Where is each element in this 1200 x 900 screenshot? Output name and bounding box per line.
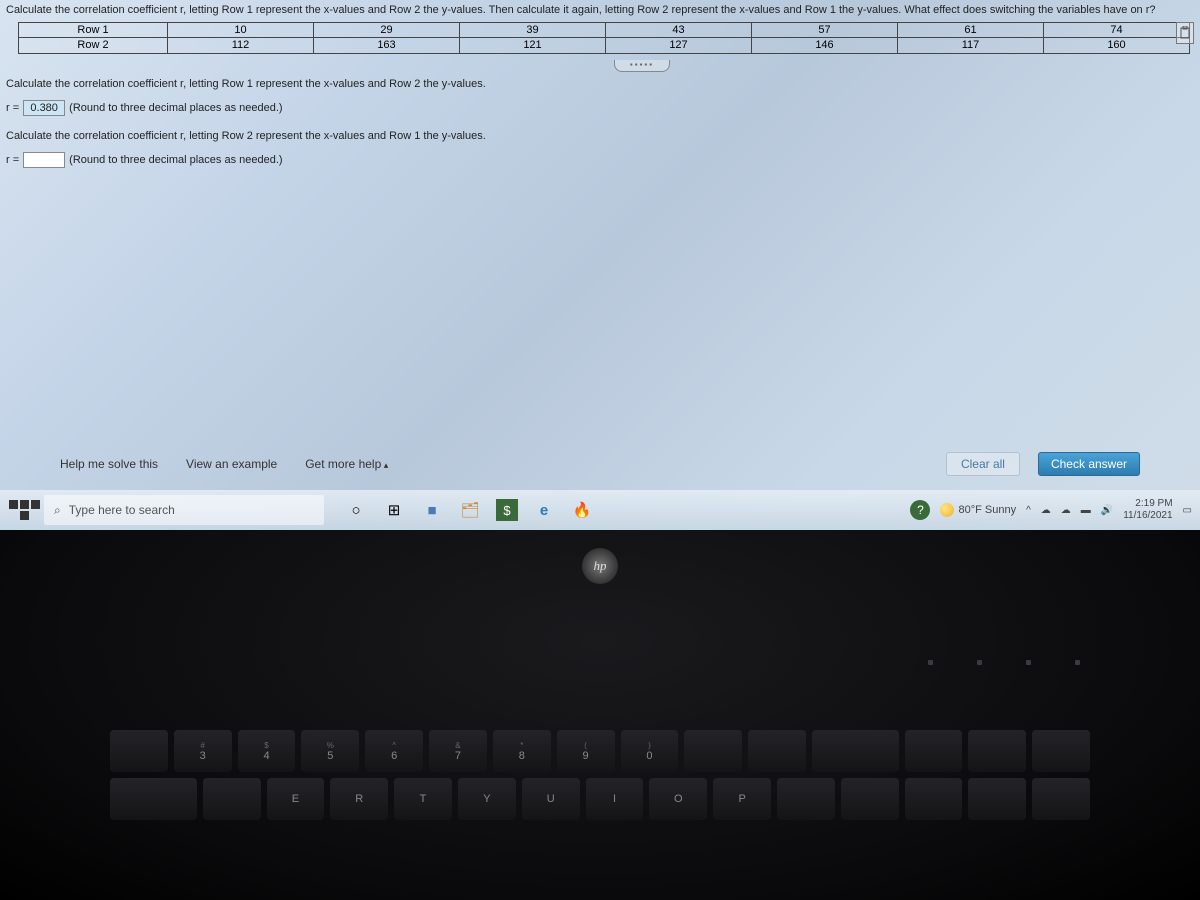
data-cell: 117 <box>898 38 1044 54</box>
key: ^6 <box>365 730 423 772</box>
key <box>110 778 197 820</box>
check-answer-button[interactable]: Check answer <box>1038 452 1140 476</box>
search-placeholder: Type here to search <box>69 503 175 517</box>
help-icon[interactable]: ? <box>910 500 930 520</box>
help-me-solve-link[interactable]: Help me solve this <box>60 457 158 471</box>
firefox-icon[interactable]: 🔥 <box>570 498 594 522</box>
key: #3 <box>174 730 232 772</box>
taskbar-search[interactable]: ⌕ Type here to search <box>44 495 324 525</box>
key: E <box>267 778 325 820</box>
windows-taskbar: ⌕ Type here to search ○ ⊞ ■ 🗂 $ e 🔥 ? 80… <box>0 490 1200 530</box>
key <box>1032 730 1090 772</box>
key <box>968 778 1026 820</box>
taskbar-app-icon[interactable]: ■ <box>420 498 444 522</box>
key: )0 <box>621 730 679 772</box>
view-example-link[interactable]: View an example <box>186 457 277 471</box>
answer-input-1[interactable]: 0.380 <box>23 100 65 116</box>
key <box>1032 778 1090 820</box>
key: Y <box>458 778 516 820</box>
key <box>841 778 899 820</box>
search-icon: ⌕ <box>54 503 61 518</box>
battery-icon[interactable]: ▬ <box>1081 505 1091 516</box>
help-bar: Help me solve this View an example Get m… <box>0 446 1200 482</box>
copy-data-button[interactable] <box>1176 22 1194 44</box>
key: P <box>713 778 771 820</box>
taskbar-app-icon[interactable]: 🗂 <box>458 498 482 522</box>
laptop-body: hp #3 $4 %5 ^6 &7 *8 (9 )0 E R T Y <box>0 530 1200 900</box>
data-cell: 29 <box>314 22 460 38</box>
edge-icon[interactable]: e <box>532 498 556 522</box>
table-row: Row 1 10 29 39 43 57 61 74 <box>18 22 1190 38</box>
time-text: 2:19 PM <box>1123 498 1172 510</box>
start-button[interactable] <box>8 496 40 524</box>
row-label-2: Row 2 <box>18 38 168 54</box>
key <box>812 730 899 772</box>
taskbar-app-icon[interactable]: $ <box>496 499 518 521</box>
hp-logo: hp <box>582 548 618 584</box>
data-cell: 146 <box>752 38 898 54</box>
data-cell: 163 <box>314 38 460 54</box>
key <box>777 778 835 820</box>
sun-icon <box>940 503 954 517</box>
expand-tab[interactable]: ▪▪▪▪▪ <box>614 60 670 72</box>
key: $4 <box>238 730 296 772</box>
volume-icon[interactable]: 🔊 <box>1101 505 1113 516</box>
key: O <box>649 778 707 820</box>
key: (9 <box>557 730 615 772</box>
tray-caret-icon[interactable]: ^ <box>1026 505 1031 516</box>
question-prompt: Calculate the correlation coefficient r,… <box>0 0 1200 22</box>
get-more-help-dropdown[interactable]: Get more help <box>305 457 388 471</box>
keyboard: #3 $4 %5 ^6 &7 *8 (9 )0 E R T Y U I O P <box>110 730 1090 900</box>
key <box>203 778 261 820</box>
data-cell: 121 <box>460 38 606 54</box>
data-table: Row 1 10 29 39 43 57 61 74 Row 2 112 163… <box>18 22 1190 54</box>
cortana-icon[interactable]: ○ <box>344 498 368 522</box>
clear-all-button[interactable]: Clear all <box>946 452 1020 476</box>
onedrive-icon[interactable]: ☁ <box>1061 505 1071 516</box>
key <box>905 778 963 820</box>
part1-instruction: Calculate the correlation coefficient r,… <box>6 78 1194 90</box>
data-cell: 61 <box>898 22 1044 38</box>
notifications-icon[interactable]: ▭ <box>1183 505 1192 516</box>
data-cell: 127 <box>606 38 752 54</box>
onedrive-icon[interactable]: ☁ <box>1041 505 1051 516</box>
key: &7 <box>429 730 487 772</box>
r-equals-label: r = <box>6 102 19 114</box>
taskbar-clock[interactable]: 2:19 PM 11/16/2021 <box>1123 498 1172 522</box>
key <box>968 730 1026 772</box>
table-row: Row 2 112 163 121 127 146 117 160 <box>18 38 1190 54</box>
key <box>684 730 742 772</box>
r-equals-label: r = <box>6 154 19 166</box>
data-cell: 160 <box>1044 38 1190 54</box>
rounding-note: (Round to three decimal places as needed… <box>69 154 282 166</box>
data-cell: 74 <box>1044 22 1190 38</box>
date-text: 11/16/2021 <box>1123 510 1172 522</box>
key: R <box>330 778 388 820</box>
data-cell: 10 <box>168 22 314 38</box>
weather-widget[interactable]: 80°F Sunny <box>940 503 1016 517</box>
laptop-indicators <box>928 660 1080 665</box>
rounding-note: (Round to three decimal places as needed… <box>69 102 282 114</box>
key: T <box>394 778 452 820</box>
row-label-1: Row 1 <box>18 22 168 38</box>
part2-instruction: Calculate the correlation coefficient r,… <box>6 130 1194 142</box>
answer-input-2[interactable] <box>23 152 65 168</box>
key <box>110 730 168 772</box>
key <box>748 730 806 772</box>
key: I <box>586 778 644 820</box>
data-cell: 43 <box>606 22 752 38</box>
data-cell: 112 <box>168 38 314 54</box>
key: U <box>522 778 580 820</box>
weather-text: 80°F Sunny <box>958 504 1016 516</box>
key: *8 <box>493 730 551 772</box>
key <box>905 730 963 772</box>
taskview-icon[interactable]: ⊞ <box>382 498 406 522</box>
key: %5 <box>301 730 359 772</box>
data-cell: 57 <box>752 22 898 38</box>
data-cell: 39 <box>460 22 606 38</box>
